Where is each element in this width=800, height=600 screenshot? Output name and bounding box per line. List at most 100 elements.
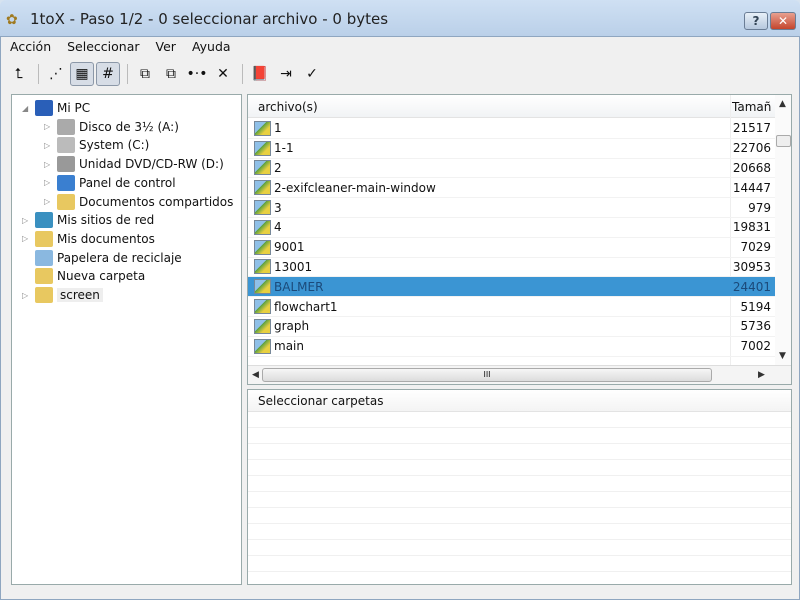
- empty-row: [248, 556, 791, 572]
- list-view-icon: ⋰: [49, 66, 63, 82]
- list-view-button[interactable]: ⋰: [44, 62, 68, 86]
- folder-up-button[interactable]: ⮤: [7, 62, 31, 86]
- file-name: 4: [274, 220, 282, 235]
- menu-seleccionar[interactable]: Seleccionar: [58, 37, 146, 57]
- column-header-name[interactable]: archivo(s): [258, 100, 318, 114]
- help-book-button[interactable]: 📕: [248, 62, 272, 86]
- tree-item[interactable]: ▷ Disco de 3½ (A:): [44, 118, 179, 136]
- toolbar-separator: [242, 64, 243, 84]
- details-view-button[interactable]: ▦: [70, 62, 94, 86]
- expand-toggle-icon[interactable]: ◢: [22, 104, 32, 113]
- title-bar: ✿ 1toX - Paso 1/2 - 0 seleccionar archiv…: [0, 0, 800, 38]
- column-header-size[interactable]: Tamañ: [732, 100, 771, 114]
- empty-row: [248, 412, 791, 428]
- file-row[interactable]: 2 20668: [248, 159, 775, 179]
- file-list[interactable]: archivo(s) Tamañ 1 21517 1-1 22706 2 20668 2-e…: [247, 94, 792, 385]
- horizontal-scroll-thumb[interactable]: III: [262, 368, 712, 382]
- window-body: Acción Seleccionar Ver Ayuda ⮤ ⋰ ▦ # ⧉ ⧉ •·• ✕ 📕 ⇥ ✓ …: [0, 36, 800, 600]
- tree-node-icon: [35, 287, 53, 303]
- tree-item[interactable]: ▷ Mis sitios de red: [22, 211, 154, 229]
- tree-item-label: Panel de control: [79, 175, 176, 190]
- file-row[interactable]: 2-exifcleaner-main-window 14447: [248, 178, 775, 199]
- invert-selection-button[interactable]: ⧉: [159, 62, 183, 86]
- tree-item-label: Documentos compartidos: [79, 194, 234, 209]
- tree-item-label: Disco de 3½ (A:): [79, 119, 179, 134]
- toolbar: ⮤ ⋰ ▦ # ⧉ ⧉ •·• ✕ 📕 ⇥ ✓: [7, 61, 326, 87]
- select-all-button[interactable]: ⧉: [133, 62, 157, 86]
- tree-item-label: Unidad DVD/CD-RW (D:): [79, 157, 224, 172]
- vertical-scroll-thumb[interactable]: [776, 135, 791, 147]
- horizontal-scrollbar[interactable]: ◀ III ▶: [248, 365, 791, 384]
- file-list-header: archivo(s) Tamañ: [248, 95, 775, 118]
- tree-item[interactable]: Nueva carpeta: [22, 267, 145, 285]
- tree-node-icon: [57, 156, 75, 173]
- file-row[interactable]: 3 979: [248, 198, 775, 218]
- tree-item[interactable]: ◢ Mi PC: [22, 99, 90, 117]
- expand-toggle-icon[interactable]: ▷: [44, 160, 54, 169]
- image-file-icon: [254, 160, 271, 176]
- empty-row: [248, 428, 791, 444]
- image-file-icon: [254, 219, 271, 235]
- confirm-check-button[interactable]: ✓: [300, 62, 324, 86]
- image-file-icon: [254, 318, 271, 334]
- image-file-icon: [254, 299, 271, 315]
- window-title: 1toX - Paso 1/2 - 0 seleccionar archivo …: [30, 10, 389, 28]
- file-name: 2: [274, 160, 282, 175]
- menu-bar: Acción Seleccionar Ver Ayuda: [1, 37, 799, 57]
- help-button[interactable]: ?: [744, 12, 768, 30]
- grid-view-button[interactable]: #: [96, 62, 120, 86]
- scroll-right-icon[interactable]: ▶: [758, 370, 765, 380]
- expand-toggle-icon[interactable]: ▷: [22, 216, 32, 225]
- file-row[interactable]: flowchart1 5194: [248, 297, 775, 317]
- close-button[interactable]: ✕: [770, 12, 796, 30]
- tree-item[interactable]: ▷ Documentos compartidos: [44, 193, 233, 211]
- file-name: 3: [274, 200, 282, 215]
- empty-row: [248, 524, 791, 540]
- tree-item[interactable]: ▷ System (C:): [44, 136, 149, 154]
- vertical-scrollbar[interactable]: ▲ ▼: [775, 95, 791, 365]
- exit-button[interactable]: ⇥: [274, 62, 298, 86]
- expand-toggle-icon[interactable]: ▷: [22, 234, 32, 243]
- select-pattern-icon: •·•: [186, 66, 208, 82]
- expand-toggle-icon[interactable]: ▷: [22, 291, 32, 300]
- scroll-down-icon[interactable]: ▼: [779, 351, 786, 361]
- scroll-up-icon[interactable]: ▲: [779, 99, 786, 109]
- file-row[interactable]: 13001 30953: [248, 258, 775, 278]
- selected-folders-header: Seleccionar carpetas: [248, 390, 791, 412]
- menu-ver[interactable]: Ver: [147, 37, 183, 57]
- file-size: 7002: [740, 339, 771, 354]
- expand-toggle-icon[interactable]: ▷: [44, 178, 54, 187]
- tree-item[interactable]: ▷ Panel de control: [44, 174, 176, 192]
- tree-item[interactable]: ▷ screen: [22, 286, 103, 304]
- file-row[interactable]: 1 21517: [248, 119, 775, 139]
- tree-item[interactable]: Papelera de reciclaje: [22, 249, 182, 267]
- image-file-icon: [254, 259, 271, 275]
- file-row[interactable]: 1-1 22706: [248, 139, 775, 159]
- select-pattern-button[interactable]: •·•: [185, 62, 209, 86]
- expand-toggle-icon[interactable]: ▷: [44, 197, 54, 206]
- tree-item[interactable]: ▷ Unidad DVD/CD-RW (D:): [44, 155, 224, 173]
- tree-node-icon: [57, 193, 75, 210]
- menu-acción[interactable]: Acción: [1, 37, 58, 57]
- deselect-icon: ✕: [217, 66, 229, 82]
- deselect-button[interactable]: ✕: [211, 62, 235, 86]
- file-row[interactable]: 9001 7029: [248, 238, 775, 258]
- expand-toggle-icon[interactable]: ▷: [44, 122, 54, 131]
- file-name: main: [274, 339, 304, 354]
- folder-tree[interactable]: ◢ Mi PC ▷ Disco de 3½ (A:) ▷ System (C:) ▷ Unid…: [11, 94, 242, 585]
- file-row[interactable]: graph 5736: [248, 317, 775, 337]
- expand-toggle-icon[interactable]: ▷: [44, 141, 54, 150]
- tree-node-icon: [35, 268, 53, 285]
- menu-ayuda[interactable]: Ayuda: [183, 37, 238, 57]
- file-row[interactable]: BALMER 24401: [248, 277, 775, 298]
- selected-folders-list[interactable]: Seleccionar carpetas: [247, 389, 792, 585]
- tree-item[interactable]: ▷ Mis documentos: [22, 230, 155, 248]
- file-size: 22706: [732, 141, 771, 156]
- file-row[interactable]: main 7002: [248, 337, 775, 357]
- file-size: 21517: [732, 121, 771, 136]
- file-size: 20668: [732, 160, 771, 175]
- scroll-left-icon[interactable]: ◀: [252, 370, 259, 380]
- file-row[interactable]: 4 19831: [248, 218, 775, 238]
- tree-item-label: System (C:): [79, 138, 150, 153]
- tree-node-icon: [35, 212, 53, 229]
